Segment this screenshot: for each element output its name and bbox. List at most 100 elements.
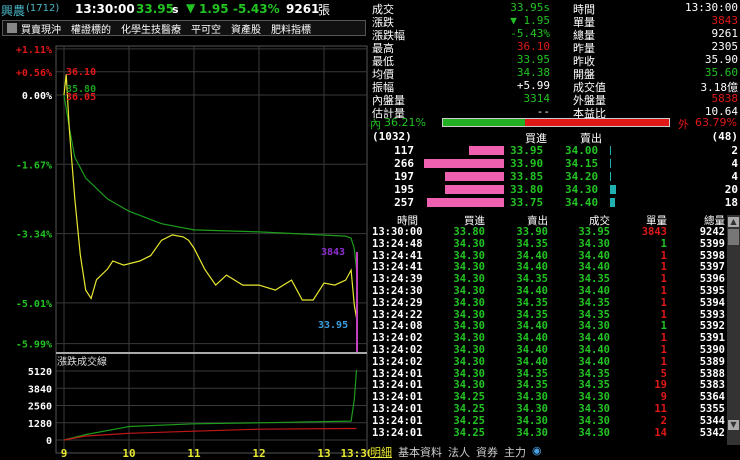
tab-basic-info[interactable]: 基本資料 [398, 444, 442, 460]
quote-value: 5838 [711, 92, 739, 105]
tick-cell: 5 [660, 367, 667, 380]
tick-cell: 13:24:01 [372, 403, 423, 415]
tick-cell: 5391 [699, 332, 725, 345]
tick-header: 時間 買進 賣出 成交 單量 總量 [370, 213, 725, 227]
tick-cell: 34.30 [453, 320, 485, 333]
tick-cell: 5395 [699, 285, 725, 297]
tick-cell: 33.95 [578, 226, 610, 238]
volume-tick-label: 0 [46, 436, 52, 447]
tick-cell: 5364 [699, 391, 725, 404]
tick-cell: 34.30 [516, 391, 548, 404]
refresh-icon[interactable]: ◉ [532, 444, 542, 460]
tick-cell: 9 [660, 391, 667, 404]
tick-cell: 1 [660, 273, 667, 286]
x-tick-label: 13 [317, 447, 330, 460]
y-tick-label: -1.67% [16, 160, 52, 171]
bid-volume: 257 [394, 196, 414, 209]
tick-cell: 34.30 [453, 285, 485, 297]
volume-tick-label: 2560 [28, 402, 52, 413]
tick-cell: 34.30 [453, 261, 485, 274]
ask-volume: 4 [731, 157, 738, 170]
tick-cell: 13:24:29 [372, 296, 423, 309]
tick-cell: 34.30 [453, 355, 485, 368]
tick-cell: 33.80 [453, 226, 485, 238]
header-unit: 張 [318, 3, 331, 17]
tag[interactable]: 平可空 [191, 21, 221, 36]
bid-volume: 266 [394, 157, 414, 170]
ask-price: 34.40 [565, 196, 599, 209]
quote-value: 9261 [711, 27, 739, 40]
ask-price: 34.15 [565, 157, 599, 170]
tick-cell: 34.40 [516, 285, 548, 297]
y-tick-label: -3.34% [16, 230, 52, 241]
scrollbar[interactable]: ▲ ▼ [727, 215, 740, 445]
in-pct: 36.21% [384, 116, 426, 129]
tick-cell: 34.35 [516, 237, 548, 250]
tick-cell: 13:24:01 [372, 379, 423, 392]
ask-price: 34.30 [565, 183, 599, 196]
tick-cell: 34.30 [578, 320, 610, 333]
tick-cell: 34.30 [516, 414, 548, 427]
tick-cell: 5396 [699, 273, 725, 286]
tick-cell: 34.35 [516, 379, 548, 392]
tick-cell: 5393 [699, 308, 725, 321]
tag[interactable]: 買賣現沖 [21, 21, 61, 36]
tag[interactable]: 化學生技醫療 [121, 21, 181, 36]
tick-cell: 5344 [699, 414, 725, 427]
quote-value: 35.60 [704, 66, 738, 79]
tick-cell: 13:24:01 [372, 426, 423, 439]
tick-cell: 5342 [699, 426, 725, 439]
tick-cell: 1 [660, 296, 667, 309]
x-tick-label: 12 [252, 447, 265, 460]
tag[interactable]: 肥料指標 [271, 21, 311, 36]
quote-value: 33.95s [510, 1, 550, 14]
x-tick-label: 9 [61, 447, 68, 460]
tick-cell: 13:30:00 [372, 226, 423, 238]
tick-cell: 9242 [699, 226, 725, 238]
tick-cell: 34.25 [453, 403, 485, 415]
stock-name: 興農 [1, 4, 26, 18]
ask-price: 34.20 [565, 170, 599, 183]
bid-price: 33.80 [510, 183, 544, 196]
y-tick-label: +0.56% [16, 68, 52, 79]
quote-value: 3843 [711, 14, 739, 27]
scroll-thumb[interactable] [728, 229, 739, 245]
tick-cell: 34.40 [578, 249, 610, 262]
tick-cell: 5388 [699, 367, 725, 380]
y-tick-label: -5.99% [16, 340, 52, 351]
tick-cell: 13:24:01 [372, 414, 423, 427]
tick-cell: 1 [660, 355, 667, 368]
tick-cell: 34.35 [578, 273, 610, 286]
tag[interactable]: 資產股 [231, 21, 261, 36]
ask-volume: 4 [731, 170, 738, 183]
tick-cell: 1 [660, 249, 667, 262]
y-tick-label: +1.11% [16, 45, 52, 56]
tick-cell: 5398 [699, 249, 725, 262]
tick-cell: 34.40 [516, 320, 548, 333]
average-line [63, 94, 358, 270]
tick-cell: 34.35 [578, 296, 610, 309]
bid-bar [445, 185, 504, 194]
tick-cell: 34.30 [453, 273, 485, 286]
tick-cell: 1 [660, 261, 667, 274]
tab-major[interactable]: 主力 [504, 444, 526, 460]
tick-cell: 13:24:48 [372, 237, 423, 250]
tick-cell: 13:24:08 [372, 320, 423, 333]
ratio-bar-in [443, 119, 525, 126]
ask-bar [610, 172, 612, 181]
tick-cell: 1 [660, 320, 667, 333]
tick-cell: 2 [660, 414, 667, 427]
scroll-down-icon[interactable]: ▼ [728, 420, 739, 430]
ask-bar [610, 185, 616, 194]
dropdown-icon[interactable] [7, 23, 17, 33]
tag[interactable]: 權證標的 [71, 21, 111, 36]
bid-volume: 197 [394, 170, 414, 183]
header-pct: -5.43% [233, 2, 280, 16]
tab-detail[interactable]: 明細 [370, 444, 392, 460]
high-mark: 36.10 [66, 67, 96, 78]
tick-cell: 5392 [699, 320, 725, 333]
scroll-up-icon[interactable]: ▲ [728, 217, 739, 227]
tab-margin[interactable]: 資券 [476, 444, 498, 460]
tab-institutional[interactable]: 法人 [448, 444, 470, 460]
down-arrow-icon: ▼ [186, 1, 196, 15]
